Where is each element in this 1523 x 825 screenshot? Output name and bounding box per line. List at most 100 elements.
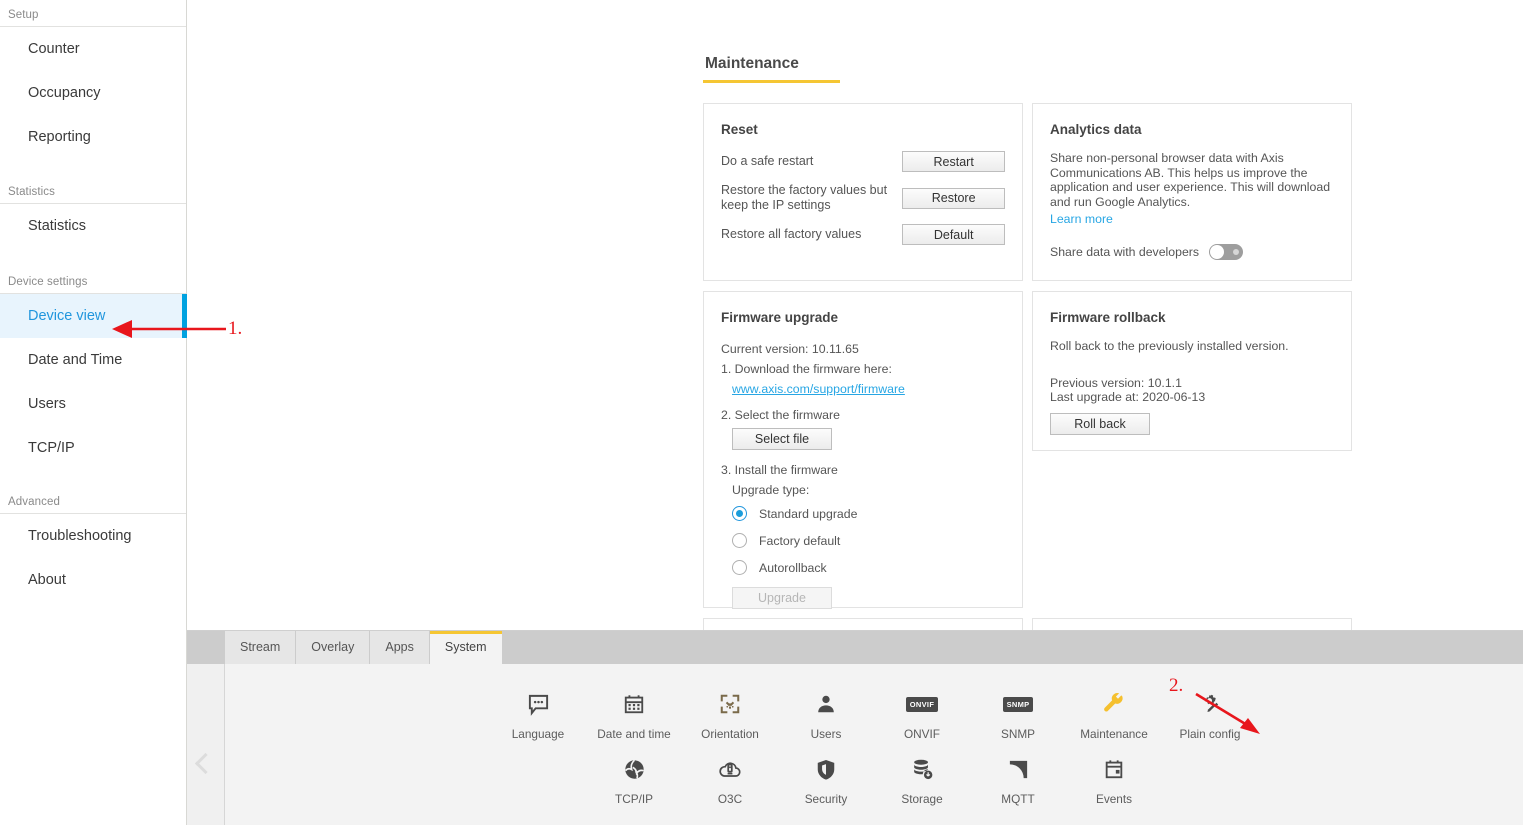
radio-button[interactable] <box>732 560 747 575</box>
storage-download-icon <box>911 754 934 784</box>
sidebar-item-users[interactable]: Users <box>0 382 186 426</box>
tab-label: System <box>444 640 487 654</box>
maintenance-page: Maintenance Reset Do a safe restart Rest… <box>703 0 1363 630</box>
system-item-label: Security <box>804 792 848 806</box>
firmware-download-link[interactable]: www.axis.com/support/firmware <box>732 379 905 399</box>
system-item-events[interactable]: Events <box>1066 754 1162 806</box>
system-item-orientation[interactable]: Orientation <box>682 689 778 741</box>
system-item-security[interactable]: Security <box>778 754 874 806</box>
sidebar-group-label-device-settings: Device settings <box>8 276 88 288</box>
tab-system[interactable]: System <box>429 631 503 664</box>
system-item-onvif[interactable]: ONVIF ONVIF <box>874 689 970 741</box>
annotation-number-2: 2. <box>1169 675 1184 696</box>
system-item-date-and-time[interactable]: Date and time <box>586 689 682 741</box>
sidebar-item-reporting[interactable]: Reporting <box>0 115 186 159</box>
system-item-label: Storage <box>901 792 943 806</box>
system-item-label: O3C <box>717 792 743 806</box>
last-upgrade-text: Last upgrade at: 2020-06-13 <box>1050 390 1206 405</box>
calendar-icon <box>623 689 645 719</box>
system-item-storage[interactable]: Storage <box>874 754 970 806</box>
learn-more-link[interactable]: Learn more <box>1050 212 1113 226</box>
system-item-label: Users <box>810 727 842 741</box>
tab-active-indicator <box>429 631 502 634</box>
reset-card: Reset Do a safe restart Restart Restore … <box>703 103 1023 281</box>
sidebar-item-device-view[interactable]: Device view <box>0 294 187 338</box>
system-item-label: ONVIF <box>903 727 941 741</box>
restart-button[interactable]: Restart <box>902 151 1005 172</box>
snmp-badge-text: SNMP <box>1002 696 1034 712</box>
upgrade-button[interactable]: Upgrade <box>732 587 832 609</box>
radio-option-autorollback[interactable]: Autorollback <box>721 554 1005 581</box>
crop-frame-icon <box>719 689 741 719</box>
radio-option-standard-upgrade[interactable]: Standard upgrade <box>721 500 1005 527</box>
sidebar-item-occupancy[interactable]: Occupancy <box>0 71 186 115</box>
firmware-upgrade-card: Firmware upgrade Current version: 10.11.… <box>703 291 1023 609</box>
upgrade-type-label: Upgrade type: <box>732 483 810 497</box>
system-item-label: Events <box>1095 792 1133 806</box>
reset-row-restart: Do a safe restart Restart <box>721 151 1005 172</box>
select-file-button[interactable]: Select file <box>732 428 832 450</box>
partial-card-right <box>1032 618 1352 630</box>
sidebar-item-troubleshooting[interactable]: Troubleshooting <box>0 514 186 558</box>
system-item-maintenance[interactable]: Maintenance <box>1066 689 1162 741</box>
sidebar-group-label-setup: Setup <box>8 9 39 21</box>
cloud-device-icon <box>718 754 742 784</box>
radio-button[interactable] <box>732 533 747 548</box>
radio-option-factory-default[interactable]: Factory default <box>721 527 1005 554</box>
radio-button[interactable] <box>732 506 747 521</box>
radio-label: Autorollback <box>759 560 827 575</box>
reset-row-restore: Restore the factory values but keep the … <box>721 183 1005 213</box>
rollback-column: Firmware rollback Roll back to the previ… <box>1032 291 1352 608</box>
annotation-number-1: 1. <box>228 318 243 339</box>
page-title-underline <box>703 80 840 83</box>
panel-body: Language Date and time Orientation Users… <box>187 664 1523 825</box>
chevron-left-icon[interactable] <box>194 752 217 775</box>
app-root: Setup Counter Occupancy Reporting Statis… <box>0 0 1523 825</box>
sidebar-item-counter[interactable]: Counter <box>0 27 186 71</box>
step-2-label: 2. Select the firmware <box>721 408 840 422</box>
sidebar-group-label-statistics: Statistics <box>8 186 56 198</box>
speech-bubble-icon <box>527 689 550 719</box>
sidebar-item-tcpip[interactable]: TCP/IP <box>0 426 186 470</box>
system-item-label: MQTT <box>1001 792 1035 806</box>
rollback-description: Roll back to the previously installed ve… <box>1050 339 1289 353</box>
radio-label: Factory default <box>759 533 841 548</box>
sidebar-item-date-and-time[interactable]: Date and Time <box>0 338 186 382</box>
system-item-tcpip[interactable]: TCP/IP <box>586 754 682 806</box>
device-view-panel: Stream Overlay Apps System Language Date… <box>187 630 1523 825</box>
tab-label: Apps <box>385 640 414 654</box>
mqtt-waves-icon <box>1007 754 1030 784</box>
tab-overlay[interactable]: Overlay <box>296 631 371 664</box>
roll-back-button[interactable]: Roll back <box>1050 412 1150 435</box>
analytics-data-card: Analytics data Share non-personal browse… <box>1032 103 1352 281</box>
restore-button[interactable]: Restore <box>902 187 1005 209</box>
gear-wand-icon <box>1199 689 1222 719</box>
system-item-label: Date and time <box>597 727 671 741</box>
analytics-description: Share non-personal browser data with Axi… <box>1050 151 1331 209</box>
sidebar-item-statistics[interactable]: Statistics <box>0 204 186 248</box>
system-item-o3c[interactable]: O3C <box>682 754 778 806</box>
person-icon <box>815 689 837 719</box>
events-calendar-icon <box>1103 754 1125 784</box>
default-button[interactable]: Default <box>902 224 1005 245</box>
snmp-badge-icon: SNMP <box>1002 689 1034 719</box>
sidebar-item-about[interactable]: About <box>0 558 186 602</box>
system-item-snmp[interactable]: SNMP SNMP <box>970 689 1066 741</box>
tab-stream[interactable]: Stream <box>225 631 297 664</box>
radio-label: Standard upgrade <box>759 506 858 521</box>
system-item-label: Maintenance <box>1080 727 1148 741</box>
share-data-toggle[interactable] <box>1209 244 1244 261</box>
card-title: Analytics data <box>1050 122 1142 137</box>
tabbar-left-pad <box>187 631 225 664</box>
panel-tabbar: Stream Overlay Apps System <box>187 631 1523 664</box>
panel-collapse-strip[interactable] <box>187 664 225 825</box>
system-item-label: SNMP <box>1000 727 1036 741</box>
onvif-badge-text: ONVIF <box>905 696 939 712</box>
system-item-users[interactable]: Users <box>778 689 874 741</box>
system-item-mqtt[interactable]: MQTT <box>970 754 1066 806</box>
system-item-language[interactable]: Language <box>490 689 586 741</box>
reset-row-default: Restore all factory values Default <box>721 224 1005 245</box>
tab-apps[interactable]: Apps <box>370 631 430 664</box>
card-title: Reset <box>721 122 758 137</box>
globe-icon <box>623 754 646 784</box>
